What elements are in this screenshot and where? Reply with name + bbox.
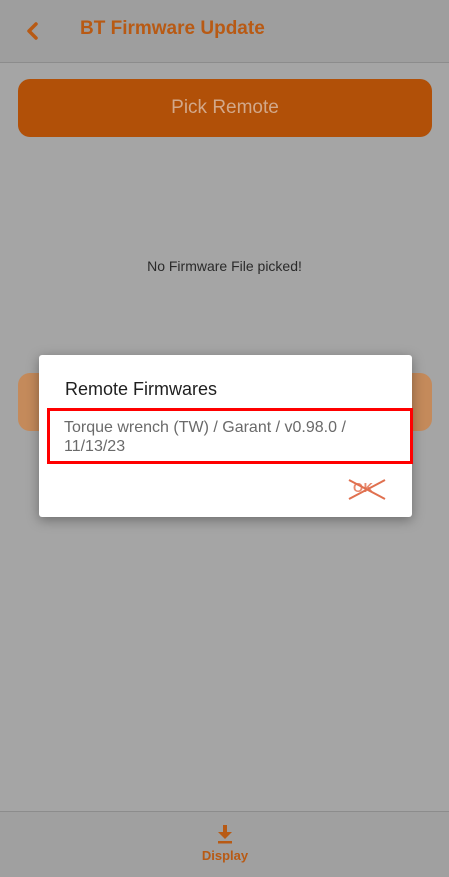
firmware-list-item[interactable]: Torque wrench (TW) / Garant / v0.98.0 / … bbox=[47, 408, 413, 464]
remote-firmwares-dialog: Remote Firmwares Torque wrench (TW) / Ga… bbox=[39, 355, 413, 517]
bottom-navigation: Display bbox=[0, 811, 449, 877]
chevron-left-icon bbox=[27, 22, 38, 40]
pick-remote-button[interactable]: Pick Remote bbox=[18, 79, 432, 137]
nav-item-display-label: Display bbox=[201, 848, 249, 863]
app-header: BT Firmware Update bbox=[0, 0, 449, 63]
firmware-status-text: No Firmware File picked! bbox=[147, 258, 302, 274]
back-button[interactable] bbox=[18, 15, 48, 47]
download-icon bbox=[218, 825, 232, 844]
dialog-title: Remote Firmwares bbox=[65, 379, 218, 399]
nav-item-display[interactable]: Display bbox=[190, 820, 260, 872]
ok-button[interactable]: OK bbox=[347, 475, 387, 503]
cross-out-icon bbox=[348, 479, 386, 500]
page-title: BT Firmware Update bbox=[80, 18, 265, 39]
